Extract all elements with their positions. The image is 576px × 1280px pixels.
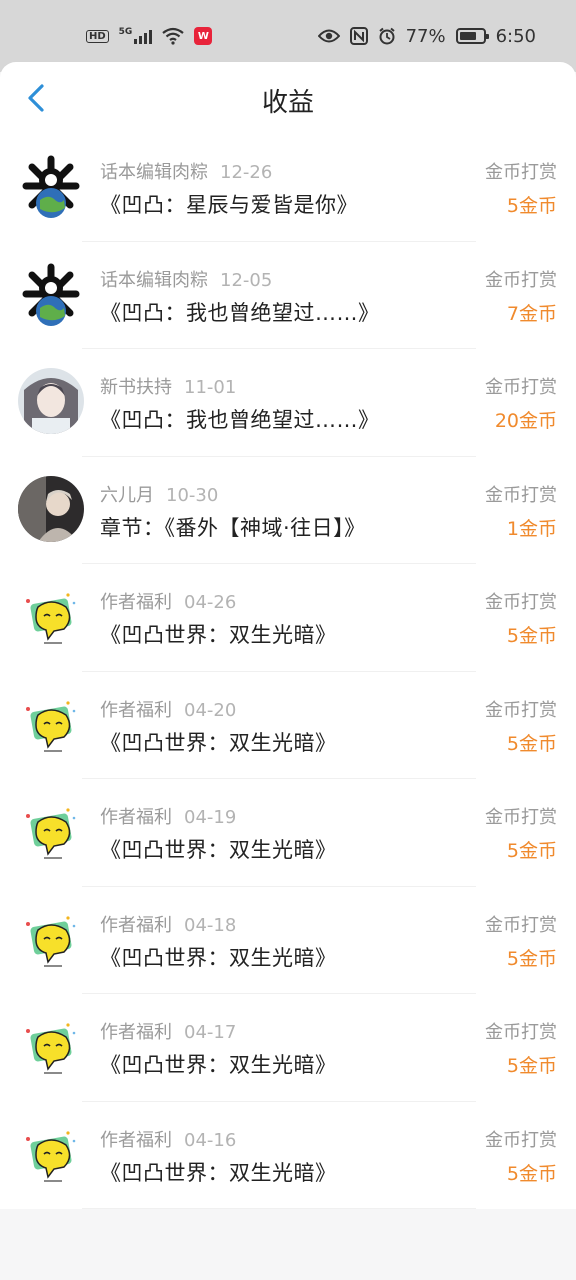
nfc-icon [349, 27, 368, 45]
earning-source: 作者福利 [100, 914, 172, 936]
earning-item-title: 《凹凸世界：双生光暗》 [100, 1160, 337, 1185]
battery-percent: 77% [405, 25, 446, 47]
earning-date: 04-20 [184, 699, 237, 721]
battery-icon [455, 28, 489, 44]
signal-icon [134, 28, 153, 44]
eye-icon [317, 29, 340, 43]
earning-amount: 20金币 [494, 410, 557, 432]
earning-date: 04-19 [184, 807, 237, 828]
hd-icon: HD [86, 29, 109, 43]
earning-type: 金币打赏 [485, 484, 557, 506]
earning-source-line: 作者福利 04-19 [100, 803, 236, 829]
earning-item-title: 《凹凸：星辰与爱皆是你》 [100, 193, 358, 217]
earning-date: 04-17 [184, 1022, 237, 1043]
earning-source-line: 新书扶持 11-01 [100, 373, 236, 399]
avatar[interactable] [18, 475, 84, 542]
earning-type: 金币打赏 [485, 377, 557, 398]
network-type-label: 5G [118, 27, 133, 37]
app-notification-icon: W [194, 27, 213, 45]
clock: 6:50 [495, 25, 536, 47]
earning-item-title: 《凹凸世界：双生光暗》 [100, 1053, 337, 1077]
earning-source: 作者福利 [100, 1129, 172, 1151]
earning-source-line: 六儿月 10-30 [100, 481, 218, 507]
earning-amount: 5金币 [506, 1162, 557, 1185]
earning-type: 金币打赏 [485, 162, 557, 183]
earning-amount: 5金币 [506, 732, 557, 755]
earning-row[interactable]: 作者福利 04-20 《凹凸世界：双生光暗》 金币打赏 5金币 [0, 672, 576, 779]
earning-source-line: 话本编辑肉粽 12-05 [100, 266, 272, 292]
earning-type: 金币打赏 [485, 699, 557, 721]
earning-source: 新书扶持 [100, 377, 172, 398]
earning-row[interactable]: 话本编辑肉粽 12-26 《凹凸：星辰与爱皆是你》 金币打赏 5金币 [0, 134, 576, 242]
earning-source-line: 作者福利 04-17 [100, 1018, 236, 1044]
earning-amount: 1金币 [506, 517, 557, 540]
earning-amount: 5金币 [506, 840, 557, 862]
earning-amount: 5金币 [506, 625, 557, 647]
avatar[interactable] [18, 368, 84, 434]
earning-item-title: 《凹凸：我也曾绝望过……》 [100, 300, 380, 325]
status-right: 77% 6:50 [317, 25, 536, 47]
earning-row[interactable]: 作者福利 04-17 《凹凸世界：双生光暗》 金币打赏 5金币 [0, 994, 576, 1102]
avatar[interactable] [18, 1013, 84, 1079]
earning-row[interactable]: 话本编辑肉粽 12-05 《凹凸：我也曾绝望过……》 金币打赏 7金币 [0, 242, 576, 349]
avatar[interactable] [18, 260, 84, 327]
earning-date: 12-26 [220, 162, 273, 183]
earning-row[interactable]: 六儿月 10-30 章节：《番外【神域·往日】》 金币打赏 1金币 [0, 457, 576, 564]
earning-item-title: 《凹凸：我也曾绝望过……》 [100, 408, 380, 432]
earning-amount: 5金币 [506, 1055, 557, 1077]
earning-row[interactable]: 作者福利 04-16 《凹凸世界：双生光暗》 金币打赏 5金币 [0, 1102, 576, 1209]
earning-amount: 5金币 [506, 195, 557, 217]
alarm-icon [378, 27, 395, 45]
row-divider [82, 1208, 476, 1209]
avatar[interactable] [18, 690, 84, 757]
earning-source: 作者福利 [100, 1022, 172, 1043]
earning-source-line: 作者福利 04-16 [100, 1126, 236, 1152]
wifi-icon [162, 27, 185, 45]
earning-item-title: 《凹凸世界：双生光暗》 [100, 838, 337, 862]
earning-item-title: 《凹凸世界：双生光暗》 [100, 945, 337, 970]
earning-date: 10-30 [166, 484, 219, 506]
earning-source-line: 话本编辑肉粽 12-26 [100, 158, 272, 184]
earning-type: 金币打赏 [485, 1129, 557, 1151]
earning-type: 金币打赏 [485, 1022, 557, 1043]
avatar[interactable] [18, 153, 84, 219]
earning-type: 金币打赏 [485, 592, 557, 613]
earning-source: 话本编辑肉粽 [100, 162, 208, 183]
earning-row[interactable]: 作者福利 04-26 《凹凸世界：双生光暗》 金币打赏 5金币 [0, 564, 576, 672]
earning-amount: 5金币 [506, 947, 557, 970]
earning-source: 作者福利 [100, 807, 172, 828]
top-bar: 收益 [0, 62, 576, 134]
page-title: 收益 [261, 88, 314, 118]
earning-source-line: 作者福利 04-26 [100, 588, 236, 614]
earning-source: 六儿月 [100, 484, 154, 506]
avatar[interactable] [18, 1120, 84, 1187]
earning-date: 04-16 [184, 1129, 237, 1151]
earning-source-line: 作者福利 04-18 [100, 911, 236, 937]
earning-source: 话本编辑肉粽 [100, 269, 208, 291]
earning-item-title: 《凹凸世界：双生光暗》 [100, 730, 337, 755]
avatar[interactable] [18, 905, 84, 972]
earning-type: 金币打赏 [485, 269, 557, 291]
earning-row[interactable]: 作者福利 04-19 《凹凸世界：双生光暗》 金币打赏 5金币 [0, 779, 576, 887]
earning-date: 04-18 [184, 914, 237, 936]
earning-row[interactable]: 作者福利 04-18 《凹凸世界：双生光暗》 金币打赏 5金币 [0, 887, 576, 994]
earning-source-line: 作者福利 04-20 [100, 696, 236, 722]
earning-date: 12-05 [220, 269, 273, 291]
avatar[interactable] [18, 583, 84, 649]
avatar[interactable] [18, 798, 84, 864]
earning-type: 金币打赏 [485, 914, 557, 936]
earning-item-title: 章节：《番外【神域·往日】》 [100, 515, 366, 540]
earning-row[interactable]: 新书扶持 11-01 《凹凸：我也曾绝望过……》 金币打赏 20金币 [0, 349, 576, 457]
earning-amount: 7金币 [506, 302, 557, 325]
earning-type: 金币打赏 [485, 807, 557, 828]
earning-date: 11-01 [184, 377, 237, 398]
earning-date: 04-26 [184, 592, 237, 613]
earning-item-title: 《凹凸世界：双生光暗》 [100, 623, 337, 647]
earnings-list: 话本编辑肉粽 12-26 《凹凸：星辰与爱皆是你》 金币打赏 5金币 话本编辑肉粽… [0, 134, 576, 1209]
earning-source: 作者福利 [100, 699, 172, 721]
status-left: HD 5G W [86, 27, 213, 45]
earning-source: 作者福利 [100, 592, 172, 613]
